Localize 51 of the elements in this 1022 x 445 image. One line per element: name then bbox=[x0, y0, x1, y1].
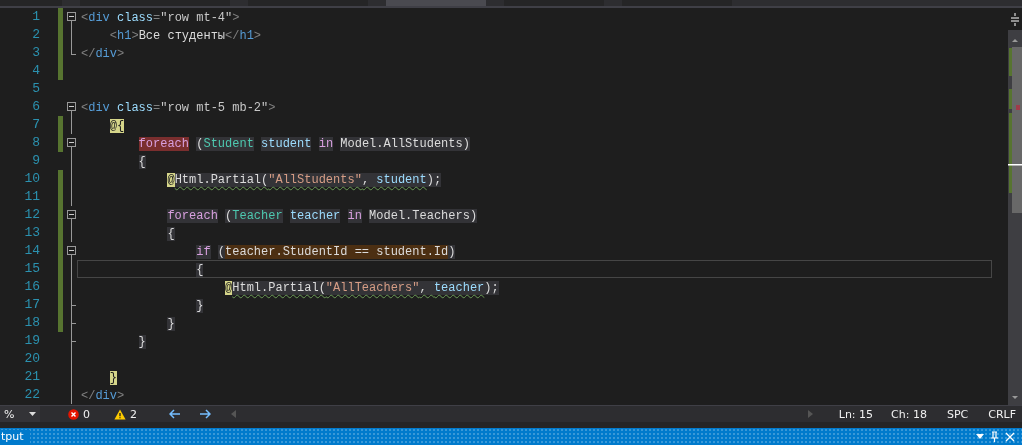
scrollbar-drawing[interactable] bbox=[1008, 8, 1022, 405]
collapse-icon[interactable] bbox=[67, 138, 76, 147]
line-number: 10 bbox=[23, 170, 41, 188]
line-number: 4 bbox=[31, 62, 41, 80]
code-line: <div class="row mt-5 mb-2"> bbox=[80, 100, 277, 116]
line-number: 5 bbox=[31, 80, 41, 98]
indent-indicator: SPC bbox=[946, 407, 969, 421]
line-number: 18 bbox=[23, 314, 41, 332]
code-line: foreach (Student student in Model.AllStudents) bbox=[137, 136, 471, 152]
line-ending-indicator: CRLF bbox=[988, 407, 1016, 421]
collapse-icon[interactable] bbox=[67, 102, 76, 111]
collapse-icon[interactable] bbox=[67, 210, 76, 219]
line-number: 19 bbox=[23, 332, 41, 350]
code-line: <h1>Все студенты</h1> bbox=[108, 28, 263, 44]
column-indicator: Ch: 18 bbox=[891, 407, 927, 421]
line-number: 7 bbox=[31, 116, 41, 134]
back-arrow-button[interactable] bbox=[169, 409, 181, 419]
line-number: 6 bbox=[31, 98, 41, 116]
line-number: 16 bbox=[23, 278, 41, 296]
code-line: foreach (Teacher teacher in Model.Teachers) bbox=[166, 208, 479, 224]
line-number: 2 bbox=[31, 26, 41, 44]
panel-title: tput bbox=[0, 430, 30, 443]
code-line: <div class="row mt-4"> bbox=[80, 10, 241, 26]
dropdown-button[interactable] bbox=[973, 434, 987, 439]
error-count: 0 bbox=[83, 407, 90, 421]
line-number: 12 bbox=[23, 206, 41, 224]
line-number: 11 bbox=[23, 188, 41, 206]
line-number: 20 bbox=[23, 350, 41, 368]
line-number: 8 bbox=[31, 134, 41, 152]
line-number: 13 bbox=[23, 224, 41, 242]
code-line: if (teacher.StudentId == student.Id) bbox=[195, 244, 457, 260]
line-number: 15 bbox=[23, 260, 41, 278]
zoom-dropdown[interactable]: % bbox=[0, 405, 40, 423]
line-indicator: Ln: 15 bbox=[838, 407, 874, 421]
line-number: 3 bbox=[31, 44, 41, 62]
warning-count: 2 bbox=[130, 407, 137, 421]
line-number: 1 bbox=[31, 8, 41, 26]
line-number: 17 bbox=[23, 296, 41, 314]
line-number: 22 bbox=[23, 386, 41, 404]
line-number: 14 bbox=[23, 242, 41, 260]
forward-arrow-button[interactable] bbox=[199, 409, 211, 419]
code-line: </div> bbox=[80, 46, 126, 62]
line-number: 9 bbox=[31, 152, 41, 170]
warning-icon[interactable] bbox=[114, 408, 126, 420]
code-line: @Html.Partial("AllTeachers", teacher); bbox=[224, 280, 500, 296]
caret-icon bbox=[29, 412, 36, 416]
collapse-icon[interactable] bbox=[67, 12, 76, 21]
line-number: 21 bbox=[23, 368, 41, 386]
error-icon[interactable] bbox=[68, 408, 79, 420]
collapse-icon[interactable] bbox=[67, 246, 76, 255]
code-line: </div> bbox=[80, 388, 126, 404]
